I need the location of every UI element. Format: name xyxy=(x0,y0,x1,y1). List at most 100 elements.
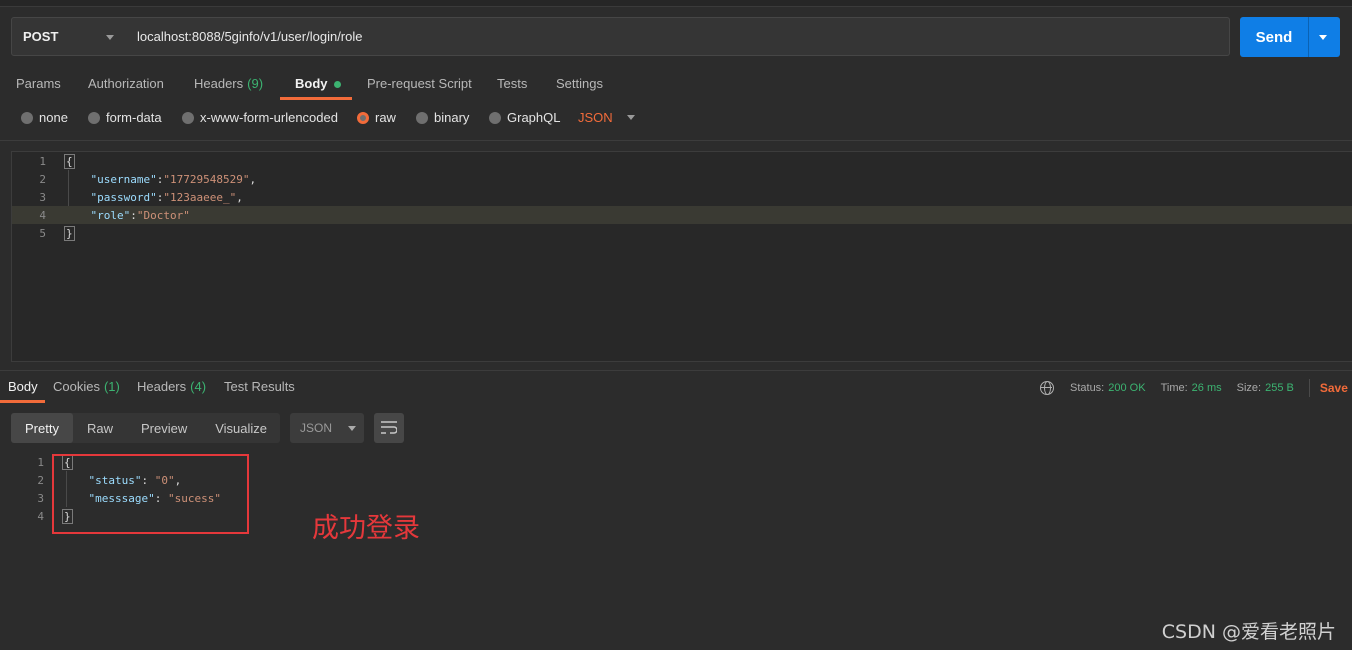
json-key: "username" xyxy=(90,172,157,186)
view-raw[interactable]: Raw xyxy=(73,413,127,443)
tab-count: (9) xyxy=(247,76,264,91)
request-tabs: Params Authorization Headers (9) Body Pre… xyxy=(0,70,1352,100)
request-url-bar: POST localhost:8088/5ginfo/v1/user/login… xyxy=(11,17,1352,57)
radio-label: binary xyxy=(434,110,470,125)
view-preview[interactable]: Preview xyxy=(127,413,201,443)
pane-splitter[interactable] xyxy=(0,370,1352,371)
radio-label: raw xyxy=(375,110,396,125)
url-input[interactable]: localhost:8088/5ginfo/v1/user/login/role xyxy=(125,17,1230,56)
tab-params[interactable]: Params xyxy=(16,70,61,100)
highlight-box xyxy=(52,454,249,534)
radio-binary[interactable]: binary xyxy=(416,110,469,125)
radio-circle-icon xyxy=(489,111,501,124)
tab-label: Body xyxy=(295,76,328,91)
line-number: 3 xyxy=(37,491,44,505)
status-value[interactable]: 200 OK xyxy=(1108,382,1145,394)
radio-circle-icon xyxy=(416,111,428,124)
status-label: Status: xyxy=(1070,382,1105,394)
line-number: 4 xyxy=(37,509,44,523)
radio-label: form-data xyxy=(106,110,162,125)
window-top-strip xyxy=(0,0,1352,7)
tab-label: Test Results xyxy=(224,379,295,394)
tab-body[interactable]: Body xyxy=(295,70,341,100)
annotation-text: 成功登录 xyxy=(312,513,420,544)
radio-label: GraphQL xyxy=(507,110,561,125)
tab-response-body[interactable]: Body xyxy=(8,372,38,402)
method-select[interactable]: POST xyxy=(11,17,126,56)
tab-settings[interactable]: Settings xyxy=(556,70,603,100)
tab-response-headers[interactable]: Headers (4) xyxy=(137,372,206,402)
tab-tests[interactable]: Tests xyxy=(497,70,527,100)
format-label: JSON xyxy=(578,110,613,125)
radio-circle-icon xyxy=(88,111,100,124)
response-status-bar: Status: 200 OK Time: 26 ms Size: 255 B S… xyxy=(1040,379,1348,397)
time-label: Time: xyxy=(1160,382,1188,394)
line-number: 1 xyxy=(37,455,44,469)
method-label: POST xyxy=(23,29,59,44)
json-key: "role" xyxy=(90,208,131,222)
divider xyxy=(1308,379,1310,397)
json-sep: : xyxy=(130,208,137,222)
radio-circle-icon xyxy=(357,111,369,124)
tab-label: Headers xyxy=(194,76,244,91)
radio-raw[interactable]: raw xyxy=(357,110,396,125)
chevron-down-icon xyxy=(106,35,114,40)
tab-pre-request-script[interactable]: Pre-request Script xyxy=(367,70,472,100)
tab-headers[interactable]: Headers (9) xyxy=(194,70,263,100)
tab-label: Params xyxy=(16,76,61,91)
code-brace: { xyxy=(64,153,75,169)
json-value: "123aaeee_" xyxy=(163,190,237,204)
globe-icon[interactable] xyxy=(1040,381,1054,395)
url-text: localhost:8088/5ginfo/v1/user/login/role xyxy=(137,29,363,44)
tab-label: Cookies xyxy=(53,379,100,394)
send-label: Send xyxy=(1255,28,1293,46)
code-line: 2 "username":"17729548529", xyxy=(12,170,1352,188)
tab-label: Authorization xyxy=(88,76,164,91)
radio-label: x-www-form-urlencoded xyxy=(200,110,338,125)
code-line: 1 { xyxy=(12,152,1352,170)
body-type-selector: none form-data x-www-form-urlencoded raw… xyxy=(0,110,1352,132)
code-brace: } xyxy=(64,225,75,241)
json-comma: , xyxy=(249,172,257,186)
radio-circle-icon xyxy=(21,111,33,124)
radio-none[interactable]: none xyxy=(21,110,68,125)
response-format-select[interactable]: JSON xyxy=(290,413,364,443)
response-view-modes: Pretty Raw Preview Visualize xyxy=(11,413,280,443)
line-number: 1 xyxy=(39,154,46,168)
request-body-editor[interactable]: 1 { 2 "username":"17729548529", 3 "passw… xyxy=(11,151,1352,362)
radio-x-www-form-urlencoded[interactable]: x-www-form-urlencoded xyxy=(182,110,338,125)
send-button[interactable]: Send xyxy=(1240,17,1340,57)
chevron-down-icon xyxy=(348,425,357,431)
body-format-select[interactable]: JSON xyxy=(578,110,635,125)
wrap-lines-button[interactable] xyxy=(374,413,404,443)
tab-count: (1) xyxy=(103,379,120,394)
tab-test-results[interactable]: Test Results xyxy=(224,372,295,402)
tab-label: Tests xyxy=(497,76,528,91)
tab-cookies[interactable]: Cookies (1) xyxy=(53,372,120,402)
code-line-current: 4 "role":"Doctor" xyxy=(12,206,1352,224)
chevron-down-icon[interactable] xyxy=(1319,34,1327,40)
save-response-button[interactable]: Save xyxy=(1320,381,1348,395)
radio-graphql[interactable]: GraphQL xyxy=(489,110,560,125)
radio-form-data[interactable]: form-data xyxy=(88,110,162,125)
json-value: "17729548529" xyxy=(163,172,250,186)
code-line: 5 } xyxy=(12,224,1352,242)
line-number: 2 xyxy=(39,172,46,186)
view-visualize[interactable]: Visualize xyxy=(201,413,281,443)
chevron-down-icon xyxy=(626,115,635,120)
json-comma: , xyxy=(236,190,243,204)
active-tab-indicator xyxy=(0,400,45,403)
view-pretty[interactable]: Pretty xyxy=(11,413,73,443)
tab-label: Headers xyxy=(137,379,187,394)
radio-label: none xyxy=(39,110,68,125)
line-number: 4 xyxy=(39,208,46,222)
time-value[interactable]: 26 ms xyxy=(1192,382,1222,394)
code-line: 3 "password":"123aaeee_", xyxy=(12,188,1352,206)
radio-circle-icon xyxy=(182,111,194,124)
line-number: 3 xyxy=(39,190,46,204)
tab-authorization[interactable]: Authorization xyxy=(88,70,164,100)
line-number: 2 xyxy=(37,473,44,487)
size-value[interactable]: 255 B xyxy=(1265,382,1294,394)
watermark: CSDN @爱看老照片 xyxy=(1161,621,1336,643)
line-number: 5 xyxy=(39,226,46,240)
